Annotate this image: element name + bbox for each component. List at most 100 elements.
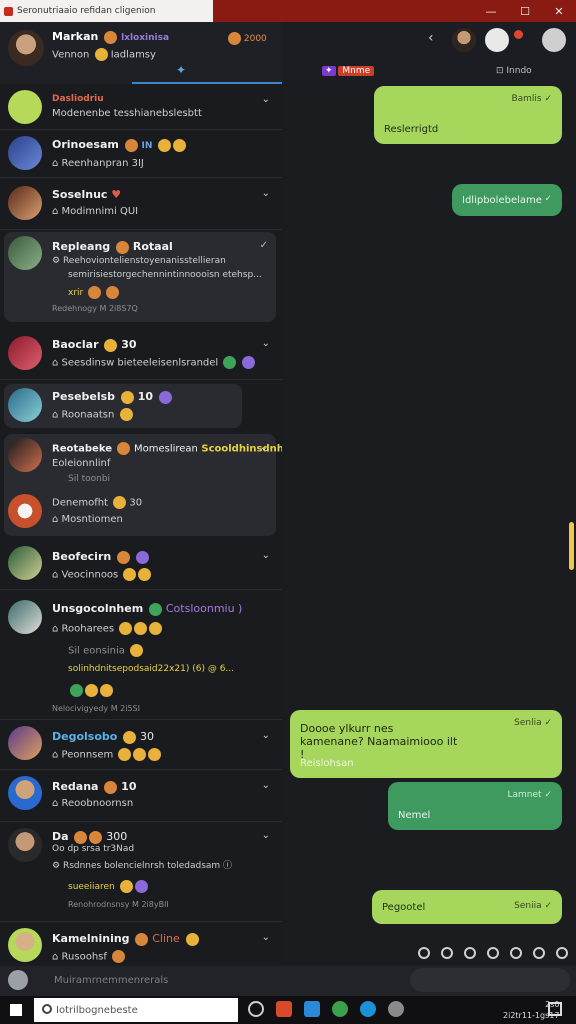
message-subtext: Reislohsan: [300, 758, 354, 769]
chat-avatar: [8, 828, 42, 862]
gif-icon[interactable]: [464, 947, 476, 959]
emoji-icon: [135, 932, 149, 946]
app-icon[interactable]: [304, 1001, 320, 1017]
chevron-down-icon[interactable]: ⌄: [262, 730, 270, 741]
chat-item[interactable]: Redana 10 ⌂ Reoobnoornsn ⌄: [0, 770, 282, 822]
conversation-actions[interactable]: ⊡ Inndo: [496, 66, 532, 76]
contact-avatar[interactable]: [452, 28, 476, 52]
app-icon[interactable]: [276, 1001, 292, 1017]
chat-item-expanded[interactable]: Da 300 Oo dp srsa tr3Nad ⚙ Rsdnnes bolen…: [0, 822, 282, 922]
profile-handle: lxloxinisa: [121, 33, 170, 43]
chevron-down-icon[interactable]: ⌄: [262, 780, 270, 791]
input-avatar[interactable]: [8, 970, 28, 990]
image-icon[interactable]: [510, 947, 522, 959]
chevron-down-icon[interactable]: ⌄: [262, 550, 270, 561]
chat-item[interactable]: Dasliodriu Modenenbe tesshianebslesbtt ⌄: [0, 84, 282, 130]
check-icon: ✓: [544, 194, 552, 204]
minimize-button[interactable]: —: [474, 0, 508, 22]
app-icon[interactable]: [332, 1001, 348, 1017]
chat-name: Orinoesam: [52, 138, 119, 151]
taskbar: Iotrilbognebeste 2s0 2i2tr11-1gs17: [0, 996, 576, 1024]
chat-tag: Cotsloonmiu ): [165, 602, 243, 615]
app-icon[interactable]: [388, 1001, 404, 1017]
emoji-icon: [113, 496, 127, 509]
emoji-icon: [149, 622, 163, 635]
emoji-icon: [135, 550, 149, 564]
emoji-icon: [124, 138, 138, 152]
attach-icon[interactable]: [441, 947, 453, 959]
sticker-icon[interactable]: [487, 947, 499, 959]
message-bubble-outgoing[interactable]: Idlipbolebelame ✓: [452, 184, 562, 216]
message-text: Reslerrigtd: [384, 124, 439, 135]
message-bubble-outgoing[interactable]: Senlia ✓ Doooe ylkurr nes kamenane? Naam…: [290, 710, 562, 778]
chat-item[interactable]: Soselnuc ♥ ⌂ Modimnimi QUI ⌄: [0, 178, 282, 230]
task-view-icon[interactable]: [248, 1001, 264, 1017]
chat-avatar: [8, 186, 42, 220]
chevron-down-icon[interactable]: ⌄: [262, 932, 270, 943]
search-icon: [42, 1004, 52, 1014]
message-input[interactable]: Muiramrnemmenrerals: [54, 975, 168, 986]
chevron-down-icon[interactable]: ⌄: [262, 338, 270, 349]
emoji-icon: [138, 568, 152, 581]
emoji-icon: [117, 442, 131, 455]
chat-tag: 30: [121, 338, 137, 351]
chat-item-group[interactable]: Reotabeke Momeslirean Scooldhinsdnh 1 Eo…: [4, 434, 282, 536]
message-bubble-outgoing[interactable]: Bamlis ✓ Reslerrigtd: [374, 86, 562, 144]
message-time: Bamlis ✓: [511, 94, 552, 104]
profile-avatar[interactable]: [8, 30, 44, 66]
chevron-down-icon[interactable]: ⌄: [262, 830, 270, 841]
taskbar-search-input[interactable]: Iotrilbognebeste: [34, 998, 238, 1022]
chat-tag: 10: [121, 780, 137, 793]
chat-item[interactable]: Baoclar 30 ⌂ Seesdinsw bieteeleisenlsran…: [0, 328, 282, 380]
chevron-down-icon[interactable]: ⌄: [262, 188, 270, 199]
emoji-icon: [123, 568, 137, 581]
chat-item[interactable]: Pesebelsb 10 ⌂ Roonaatsn: [4, 384, 242, 428]
chat-item-expanded[interactable]: Repleang Rotaal ⚙ Reehoviontelienstoyena…: [4, 232, 276, 322]
app-icon: [4, 6, 13, 16]
chat-name: Redana: [52, 780, 99, 793]
camera-icon[interactable]: [533, 947, 545, 959]
coin-badge[interactable]: 2000: [226, 32, 267, 45]
secondary-input-field[interactable]: [410, 968, 570, 992]
profile-name: Markan lxloxinisa: [52, 30, 170, 44]
conversation-area: Bamlis ✓ Reslerrigtd Idlipbolebelame ✓ S…: [282, 84, 576, 940]
chat-item[interactable]: Orinoesam IN ⌂ Reenhanpran 3IJ: [0, 130, 282, 178]
emoji-picker-icon[interactable]: [418, 947, 430, 959]
chat-name: Kamelnining: [52, 932, 130, 945]
chat-preview: Reehoviontelienstoyenanisstellieran: [62, 256, 226, 266]
chat-preview-line3: solinhdnitsepodsaid22x21) (6) @ 6...: [68, 664, 235, 674]
chat-name: Reotabeke: [52, 443, 112, 455]
contact-avatar-secondary[interactable]: [485, 28, 509, 52]
app-icon[interactable]: [360, 1001, 376, 1017]
chat-name: Beofecirn: [52, 550, 112, 563]
chat-item-expanded[interactable]: Unsgocolnhem Cotsloonmiu ) ⌂ Rooharees S…: [0, 590, 282, 720]
emoji-icon: [223, 356, 237, 369]
chevron-down-icon[interactable]: ⌄: [262, 94, 270, 105]
chat-item[interactable]: Kamelnining Cline ⌂ Rusoohsf ⌄: [0, 922, 282, 964]
compose-icon[interactable]: ✦: [176, 63, 186, 77]
chat-meta: Nelocivigyedy M 2i5SI: [52, 704, 140, 713]
chat-tag: IN: [141, 141, 153, 151]
emoji-icon: [105, 286, 119, 299]
chat-name: Dasliodriu: [52, 94, 104, 104]
emoji-icon: [104, 338, 118, 352]
window-title-text: Seronutriaaio refidan cligenion: [17, 6, 156, 16]
chat-preview: Eoleionnlinf: [52, 458, 111, 469]
chat-item[interactable]: Beofecirn ⌂ Veocinnoos ⌄: [0, 540, 282, 590]
settings-icon[interactable]: [556, 947, 568, 959]
taskbar-apps: [248, 1001, 404, 1017]
message-bubble-outgoing[interactable]: Lamnet ✓ Nemel: [388, 782, 562, 830]
close-button[interactable]: ✕: [542, 0, 576, 22]
chat-item[interactable]: Degolsobo 30 ⌂ Peonnsem ⌄: [0, 720, 282, 770]
windows-start-icon[interactable]: [10, 1004, 22, 1016]
emoji-icon: [112, 950, 126, 963]
emoji-icon: [89, 830, 103, 844]
scrollbar-thumb[interactable]: [569, 522, 574, 570]
maximize-button[interactable]: ☐: [508, 0, 542, 22]
notification-center-icon[interactable]: [548, 1002, 562, 1016]
chevron-down-icon[interactable]: ⌄: [260, 442, 268, 453]
message-bubble-outgoing[interactable]: Pegootel Seniia ✓: [372, 890, 562, 924]
user-profile-icon[interactable]: [542, 28, 566, 52]
back-arrow-icon[interactable]: ‹: [428, 30, 434, 46]
window-controls: — ☐ ✕: [474, 0, 576, 22]
